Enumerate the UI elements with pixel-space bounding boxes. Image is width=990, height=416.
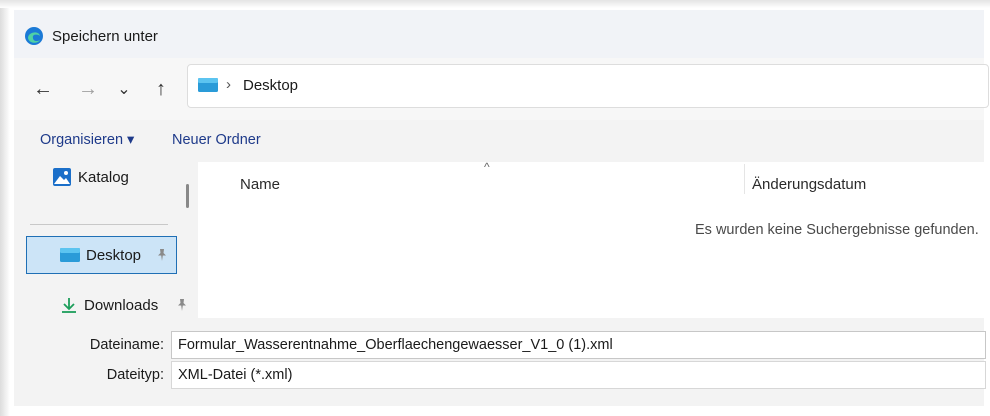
address-bar[interactable]: › Desktop — [187, 64, 989, 108]
window-shadow-left — [0, 0, 10, 416]
window-shadow-top — [0, 0, 990, 8]
gallery-icon — [53, 168, 71, 186]
navigation-bar: ← → ⌄ ↑ › Desktop — [14, 58, 989, 120]
arrow-up-icon: ↑ — [156, 77, 166, 100]
filetype-label: Dateityp: — [106, 367, 164, 383]
arrow-left-icon: ← — [33, 77, 53, 100]
back-button[interactable]: ← — [30, 76, 56, 102]
edge-browser-icon — [25, 27, 43, 45]
sidebar-item-katalog[interactable]: Katalog — [52, 159, 202, 195]
navigation-pane: Katalog Desktop Downloads — [14, 162, 198, 318]
chevron-down-icon: ⌄ — [117, 81, 131, 98]
filename-input[interactable]: Formular_Wasserentnahme_Oberflaechengewa… — [171, 331, 986, 359]
sidebar-divider — [30, 224, 168, 225]
sidebar-scrollbar[interactable] — [186, 184, 189, 208]
content-area: Katalog Desktop Downloads ^ Name Änderun… — [14, 160, 984, 318]
sidebar-item-desktop[interactable]: Desktop — [26, 236, 177, 274]
save-form: Dateiname: Formular_Wasserentnahme_Oberf… — [14, 318, 986, 406]
organize-menu-button[interactable]: Organisieren ▾ — [40, 132, 134, 148]
command-bar: Organisieren ▾ Neuer Ordner — [14, 120, 984, 162]
file-list-pane: ^ Name Änderungsdatum Es wurden keine Su… — [198, 160, 984, 318]
column-divider[interactable] — [744, 164, 745, 194]
title-bar: Speichern unter — [14, 10, 984, 58]
recent-locations-button[interactable]: ⌄ — [111, 76, 137, 102]
breadcrumb-desktop[interactable]: Desktop — [243, 77, 298, 94]
forward-button[interactable]: → — [75, 76, 101, 102]
filetype-select[interactable]: XML-Datei (*.xml) — [171, 361, 986, 389]
empty-results-message: Es wurden keine Suchergebnisse gefunden. — [695, 222, 979, 238]
desktop-folder-icon — [198, 78, 218, 92]
sidebar-item-label: Desktop — [86, 246, 142, 264]
sidebar-item-label: Katalog — [78, 168, 129, 186]
sort-ascending-icon: ^ — [484, 160, 490, 174]
save-as-dialog: Speichern unter ← → ⌄ ↑ › Desktop Organi… — [14, 10, 989, 406]
window-title: Speichern unter — [52, 28, 158, 45]
up-button[interactable]: ↑ — [148, 76, 174, 102]
column-header-name[interactable]: Name — [240, 176, 280, 193]
sidebar-item-label: Downloads — [84, 296, 159, 314]
desktop-icon — [60, 248, 80, 262]
download-icon — [62, 298, 76, 313]
new-folder-button[interactable]: Neuer Ordner — [172, 132, 261, 148]
filename-label: Dateiname: — [89, 337, 164, 353]
pin-icon[interactable] — [154, 247, 170, 263]
arrow-right-icon: → — [78, 77, 98, 100]
pin-icon[interactable] — [174, 297, 190, 313]
column-header-date-modified[interactable]: Änderungsdatum — [752, 176, 866, 193]
breadcrumb-chevron-icon: › — [226, 76, 231, 93]
